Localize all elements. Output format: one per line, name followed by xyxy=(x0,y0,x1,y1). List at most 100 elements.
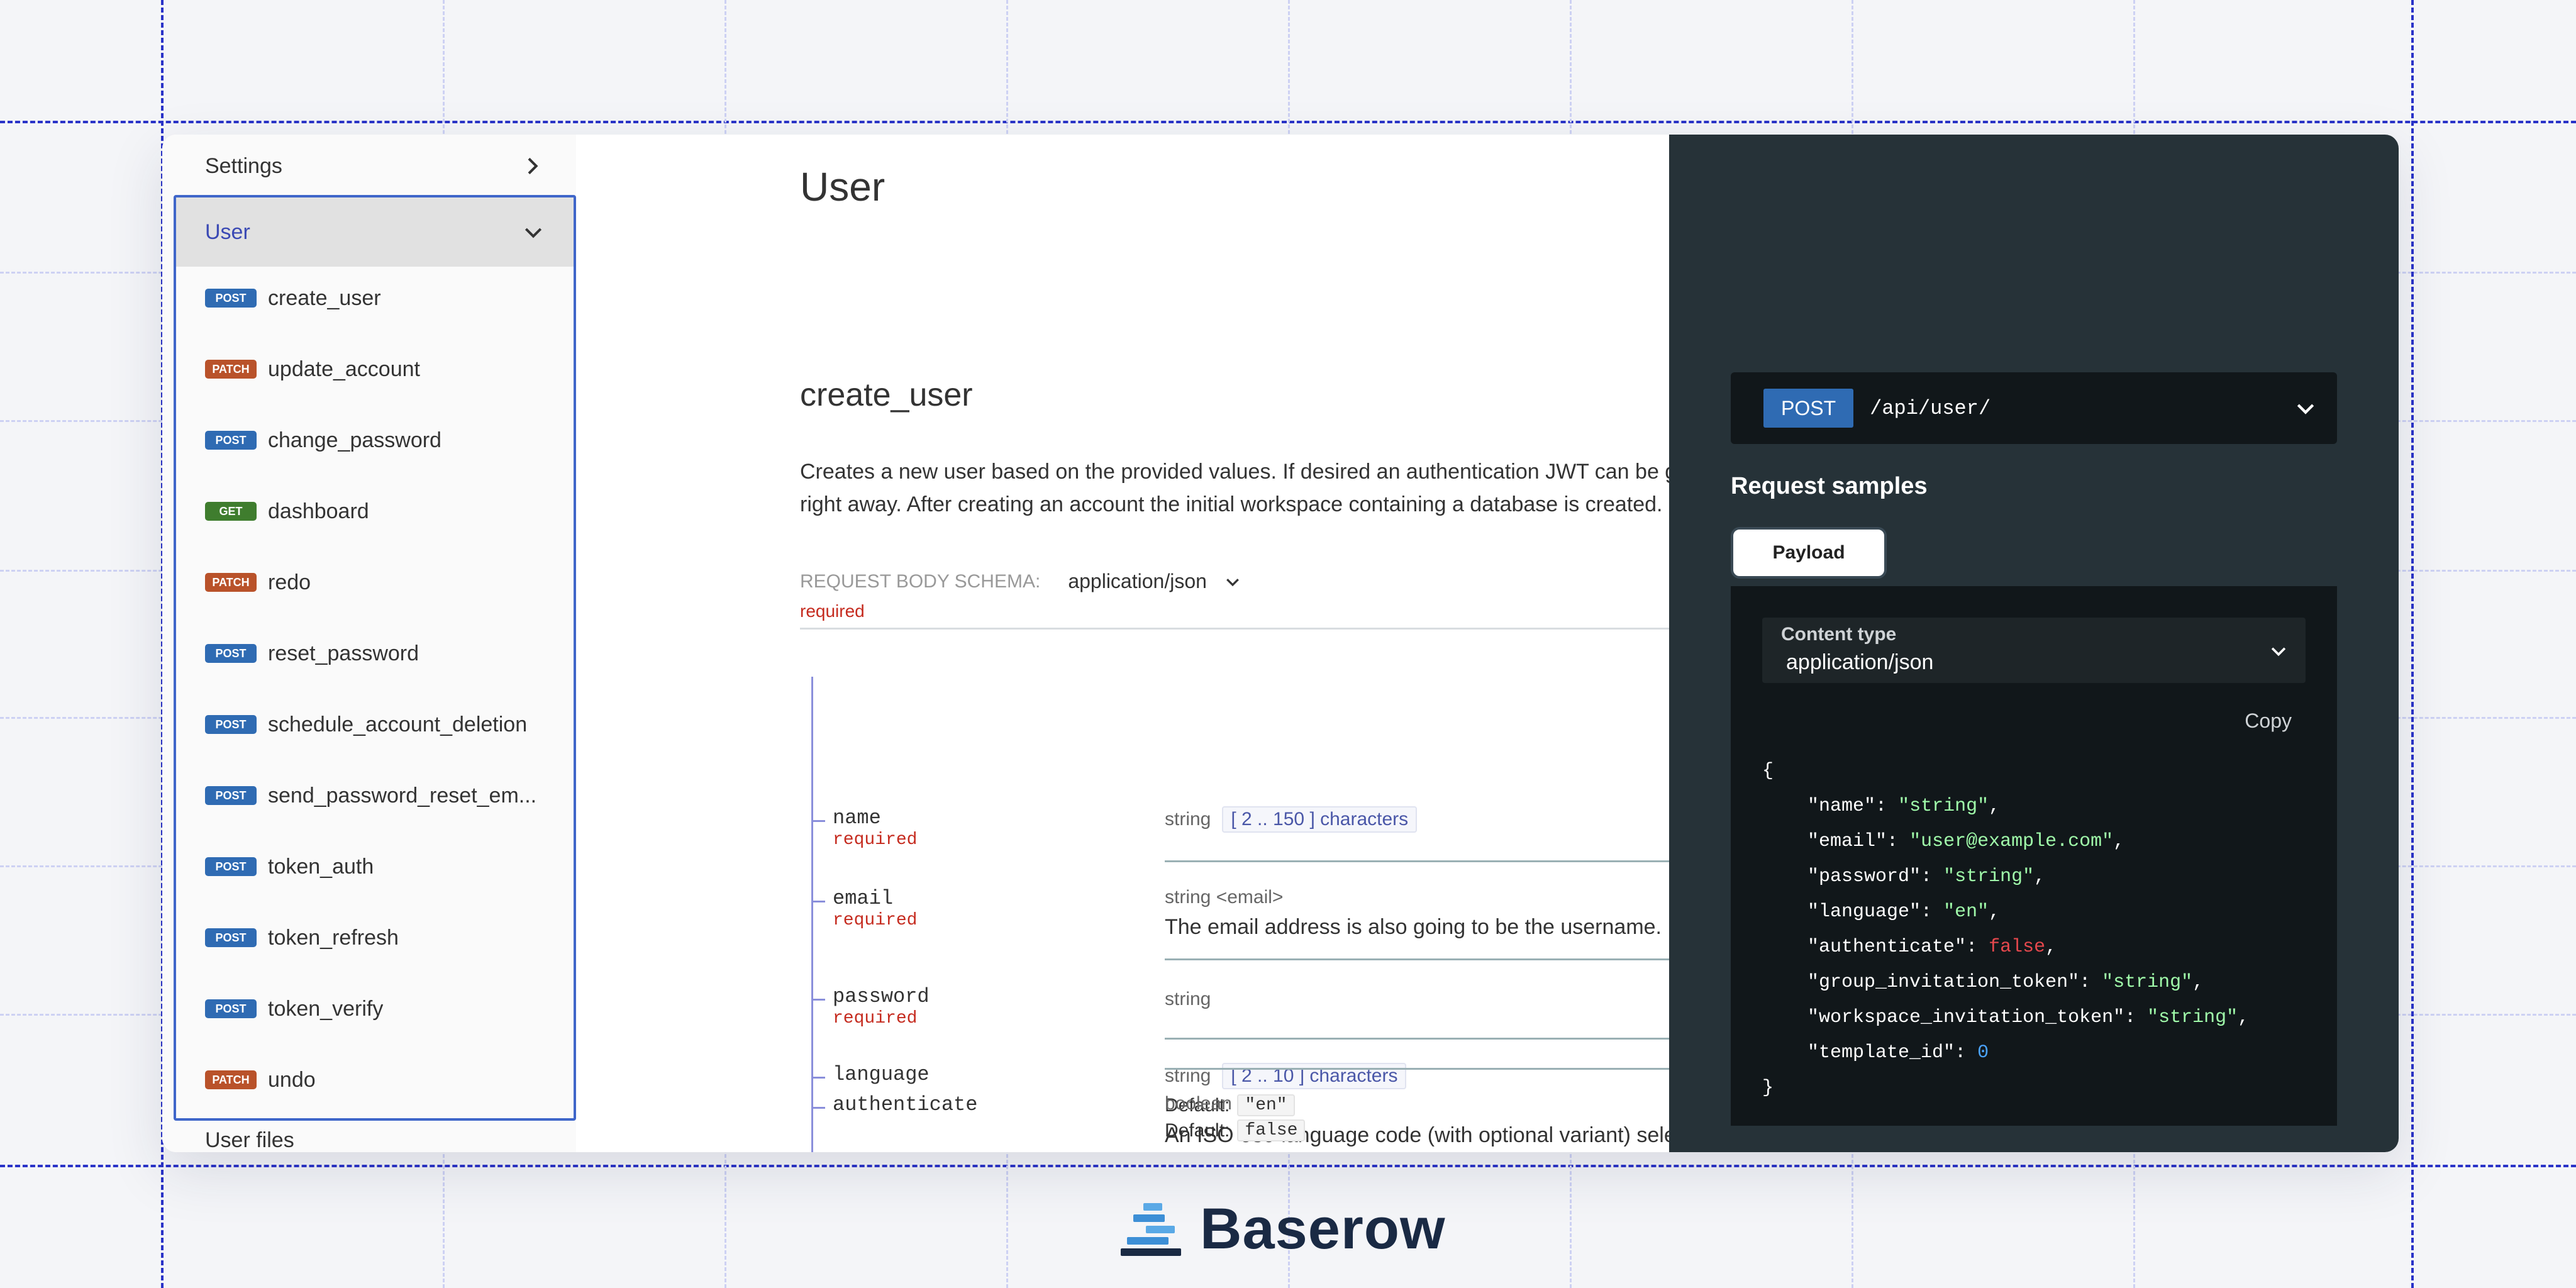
code-value: "en" xyxy=(1943,901,1989,923)
divider xyxy=(1165,958,1669,960)
param-description: The email address is also going to be th… xyxy=(1165,915,1662,939)
code-brace: } xyxy=(1762,1077,1774,1099)
method-badge: POST xyxy=(205,786,257,805)
code-key: "language" xyxy=(1807,901,1921,923)
param-type: string <email> xyxy=(1165,887,1284,908)
baserow-logo: Baserow xyxy=(1121,1196,1446,1262)
method-badge: POST xyxy=(1763,389,1854,428)
param-type-text: string xyxy=(1165,809,1211,830)
endpoint-bar[interactable]: POST /api/user/ xyxy=(1731,372,2337,444)
sidebar-item-label: reset_password xyxy=(268,641,419,665)
sidebar-item-label: schedule_account_deletion xyxy=(268,712,528,736)
copy-button[interactable]: Copy xyxy=(2245,709,2292,733)
tree-tick xyxy=(811,820,825,822)
sidebar-item-label: Settings xyxy=(205,153,282,178)
chevron-down-icon xyxy=(525,228,542,238)
param-detail: string [ 2 .. 10 ] characters Default: "… xyxy=(1165,1063,1669,1152)
param-required: required xyxy=(833,1009,918,1028)
tree-tick xyxy=(811,991,813,1005)
param-default: Default: "en" xyxy=(1165,1094,1669,1116)
sample-box: Content type application/json Copy { "na… xyxy=(1731,586,2337,1126)
code-value: "string" xyxy=(2147,1007,2238,1028)
tree-tick xyxy=(811,1069,813,1083)
tree-tick xyxy=(811,999,825,1001)
code-key: "password" xyxy=(1807,866,1921,887)
sidebar-item-settings[interactable]: Settings xyxy=(162,135,576,197)
tree-tick xyxy=(811,1077,825,1079)
tree-tick xyxy=(811,893,813,907)
method-badge: POST xyxy=(205,928,257,947)
chevron-down-icon xyxy=(2297,404,2314,414)
content-type-selector[interactable]: application/json xyxy=(1068,570,1207,593)
default-value: "en" xyxy=(1237,1094,1295,1116)
sidebar-item-change-password[interactable]: POST change_password xyxy=(176,409,574,472)
code-value: "user@example.com" xyxy=(1909,831,2114,852)
param-name: password xyxy=(833,985,930,1008)
param-detail: string xyxy=(1165,989,1669,1010)
request-samples-panel: POST /api/user/ Request samples Payload … xyxy=(1669,135,2399,1152)
sidebar-group-user: User POST create_user PATCH update_account… xyxy=(174,195,576,1121)
endpoint-title: create_user xyxy=(800,377,973,413)
sidebar-group-header-user[interactable]: User xyxy=(176,197,574,267)
section-title: User xyxy=(800,164,886,209)
api-docs-window: Settings User POST create_user PATCH updat… xyxy=(162,135,2399,1152)
brand-name: Baserow xyxy=(1200,1197,1446,1261)
code-value: "string" xyxy=(1898,796,1989,817)
sidebar-item-reset-password[interactable]: POST reset_password xyxy=(176,622,574,685)
divider xyxy=(1165,860,1669,862)
method-badge: POST xyxy=(205,289,257,308)
method-badge: PATCH xyxy=(205,573,257,592)
param-detail: string <email> The email address is also… xyxy=(1165,887,1669,942)
sidebar-item-dashboard[interactable]: GET dashboard xyxy=(176,480,574,543)
required-label: required xyxy=(800,601,865,621)
method-badge: POST xyxy=(205,644,257,663)
sidebar-item-schedule-account-deletion[interactable]: POST schedule_account_deletion xyxy=(176,693,574,756)
method-badge: PATCH xyxy=(205,360,257,379)
sidebar-item-create-user[interactable]: POST create_user xyxy=(176,267,574,330)
chevron-right-icon xyxy=(528,157,538,175)
method-badge: POST xyxy=(205,857,257,876)
chevron-down-icon[interactable] xyxy=(1223,572,1242,591)
code-value: false xyxy=(1989,936,2046,958)
method-badge: GET xyxy=(205,502,257,521)
code-value: 0 xyxy=(1977,1042,1989,1063)
param-required: required xyxy=(833,911,918,930)
param-name: email xyxy=(833,887,894,910)
sidebar-item-send-password-reset-email[interactable]: POST send_password_reset_em... xyxy=(176,764,574,827)
sidebar-item-label: redo xyxy=(268,570,311,594)
code-key: "authenticate" xyxy=(1807,936,1967,958)
param-detail: string [ 2 .. 150 ] characters xyxy=(1165,806,1669,833)
code-key: "workspace_invitation_token" xyxy=(1807,1007,2125,1028)
content-type-label: Content type xyxy=(1781,624,1897,645)
sidebar-item-label: update_account xyxy=(268,357,420,381)
request-body-label: REQUEST BODY SCHEMA: xyxy=(800,570,1041,592)
sidebar-item-redo[interactable]: PATCH redo xyxy=(176,551,574,614)
sidebar-item-user-files[interactable]: User files xyxy=(162,1128,576,1152)
sidebar-item-undo[interactable]: PATCH undo xyxy=(176,1048,574,1111)
chevron-down-icon xyxy=(2271,647,2286,657)
code-sample: { "name": "string", "email": "user@examp… xyxy=(1762,760,2250,1099)
code-brace: { xyxy=(1762,760,1774,782)
param-type: string [ 2 .. 10 ] characters xyxy=(1165,1063,1669,1089)
sidebar-item-label: send_password_reset_em... xyxy=(268,783,537,808)
sidebar: Settings User POST create_user PATCH updat… xyxy=(162,135,576,1152)
content-type-dropdown[interactable]: Content type application/json xyxy=(1762,618,2306,683)
sidebar-item-label: token_verify xyxy=(268,996,384,1021)
divider xyxy=(1165,1038,1669,1040)
tab-payload[interactable]: Payload xyxy=(1731,527,1887,579)
sidebar-item-update-account[interactable]: PATCH update_account xyxy=(176,338,574,401)
param-constraint: [ 2 .. 10 ] characters xyxy=(1222,1063,1407,1089)
method-badge: POST xyxy=(205,715,257,734)
tree-tick xyxy=(811,813,813,826)
sidebar-item-token-verify[interactable]: POST token_verify xyxy=(176,977,574,1040)
sidebar-item-label: undo xyxy=(268,1067,316,1092)
baserow-logo-icon xyxy=(1121,1202,1181,1256)
sidebar-item-token-refresh[interactable]: POST token_refresh xyxy=(176,906,574,969)
sidebar-group-label: User xyxy=(205,219,250,244)
sidebar-item-token-auth[interactable]: POST token_auth xyxy=(176,835,574,898)
sidebar-item-label: dashboard xyxy=(268,499,369,523)
default-label: Default: xyxy=(1165,1094,1230,1116)
code-key: "group_invitation_token" xyxy=(1807,972,2080,993)
divider xyxy=(800,628,1669,630)
param-type: string [ 2 .. 150 ] characters xyxy=(1165,806,1669,833)
